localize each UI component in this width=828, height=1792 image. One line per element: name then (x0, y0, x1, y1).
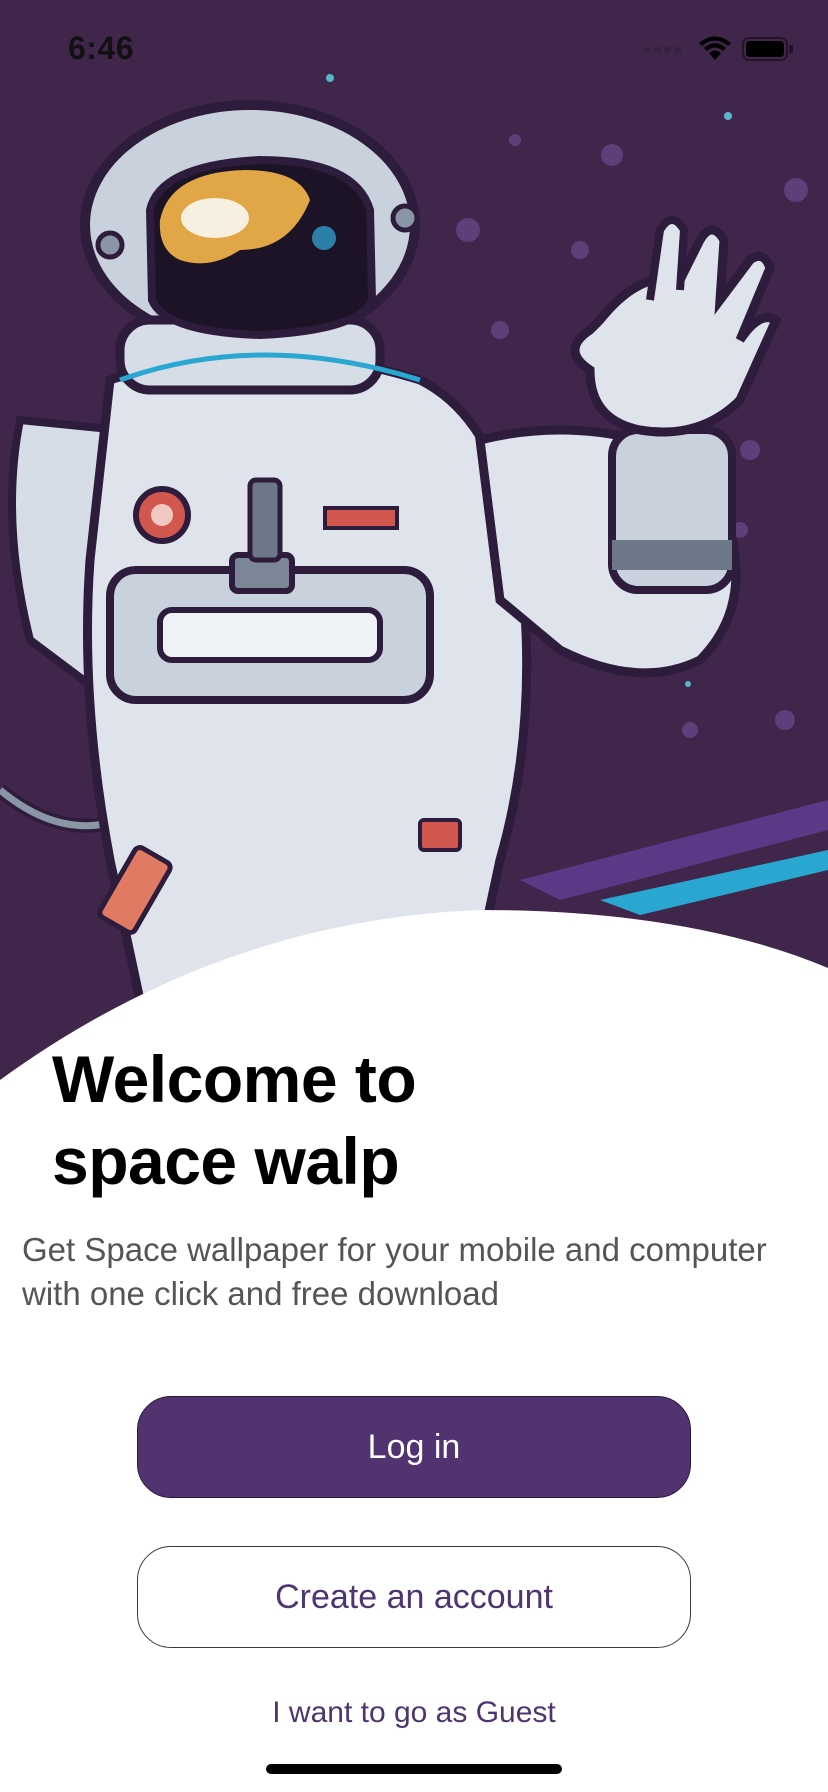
guest-link[interactable]: I want to go as Guest (0, 1696, 828, 1730)
create-account-button-label: Create an account (275, 1577, 553, 1616)
home-indicator (266, 1764, 562, 1774)
signal-icon (644, 47, 681, 53)
title-line-1: Welcome to (52, 1042, 417, 1116)
title-line-2: space walp (52, 1124, 400, 1198)
status-icons (644, 36, 794, 62)
status-bar: 6:46 (0, 0, 828, 100)
battery-icon (742, 37, 793, 61)
page-subtitle: Get Space wallpaper for your mobile and … (22, 1231, 767, 1312)
login-button[interactable]: Log in (137, 1396, 691, 1498)
page-title: Welcome to space walp (52, 1038, 652, 1202)
create-account-button[interactable]: Create an account (137, 1546, 691, 1648)
login-button-label: Log in (367, 1427, 461, 1466)
wifi-icon (699, 36, 731, 60)
status-time: 6:46 (68, 30, 135, 66)
